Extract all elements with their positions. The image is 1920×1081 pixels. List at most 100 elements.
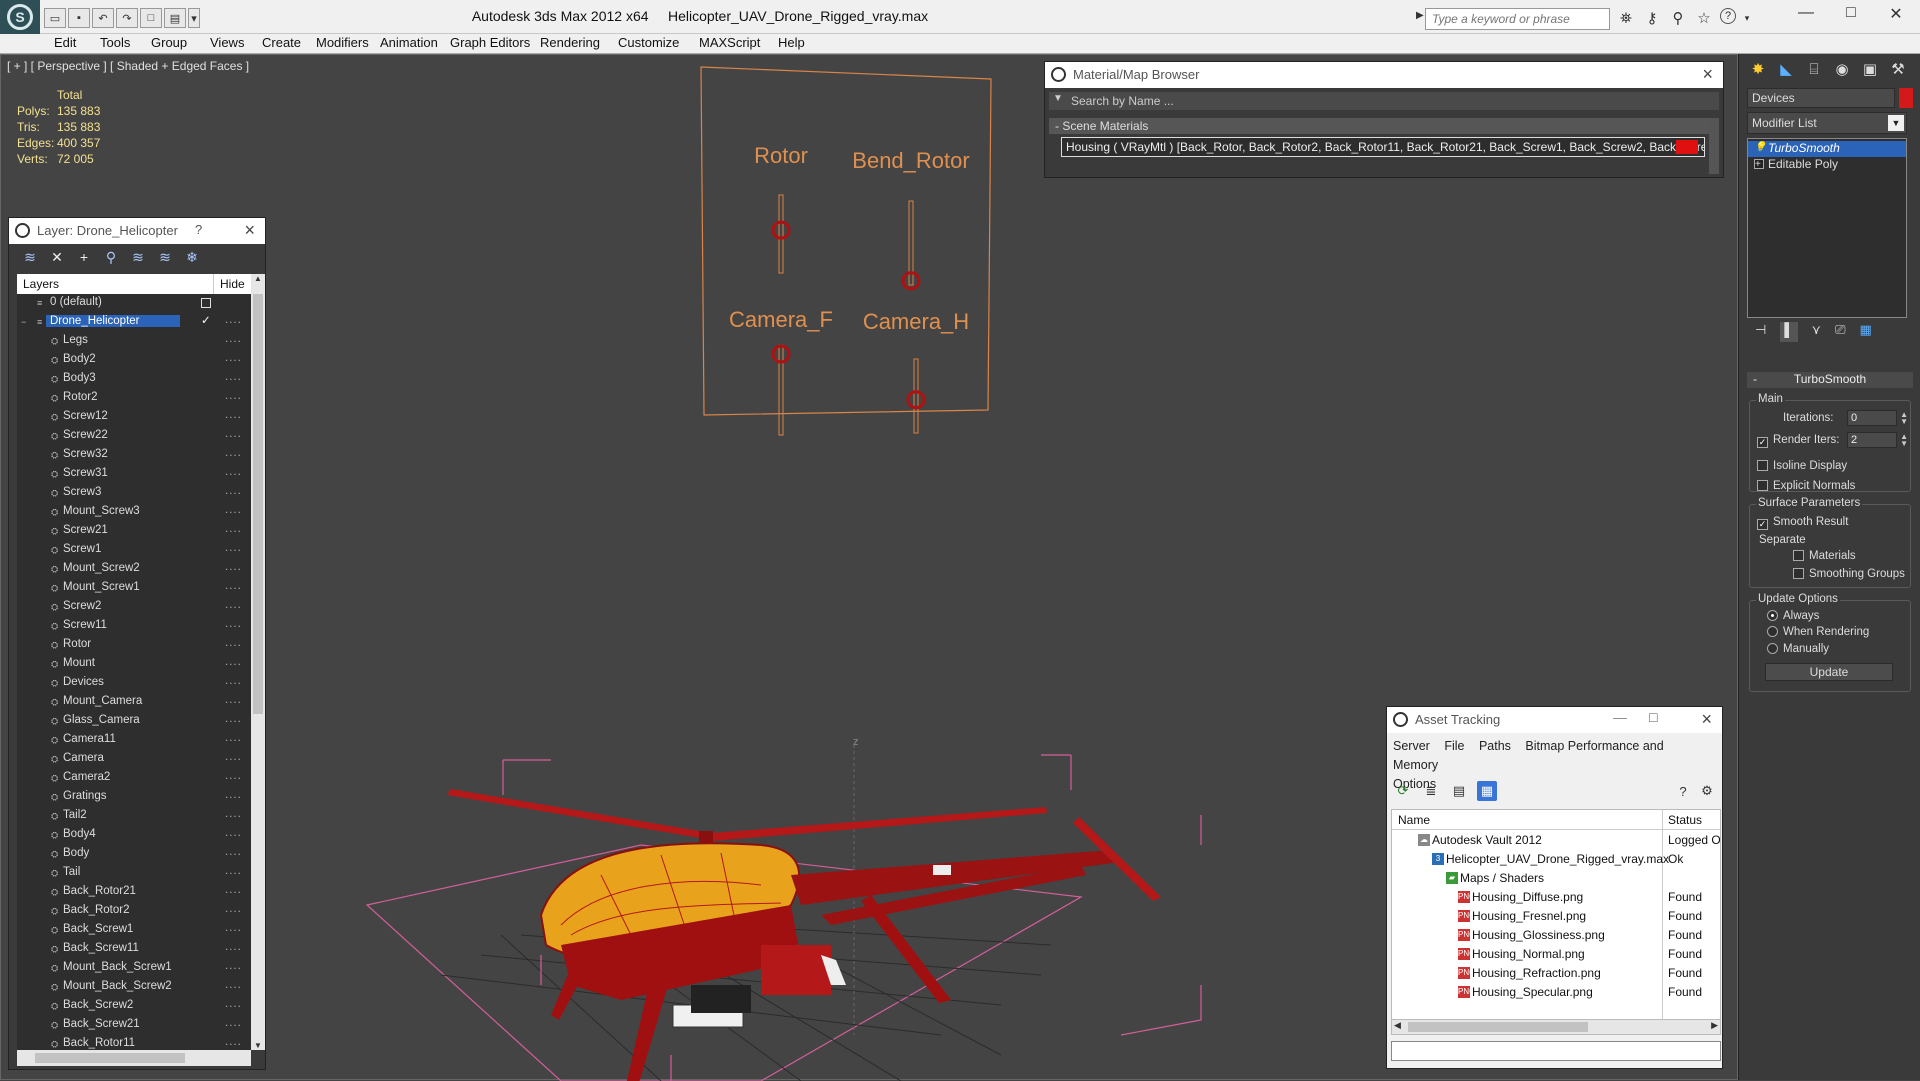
asset-row[interactable]: PNG Housing_Normal.png Found <box>1392 944 1720 963</box>
object-color-swatch[interactable] <box>1899 88 1913 108</box>
layer-object-row[interactable]: ⛭ Mount_Screw3.... <box>17 503 251 522</box>
menu-create[interactable]: Create <box>262 34 301 54</box>
freeze-all-layers-icon[interactable]: ❄ <box>183 248 201 266</box>
asset-horizontal-scrollbar[interactable]: ◀ ▶ <box>1391 1019 1721 1035</box>
asset-row[interactable]: PNG Housing_Glossiness.png Found <box>1392 925 1720 944</box>
turbosmooth-rollout-header[interactable]: - TurboSmooth <box>1747 372 1913 388</box>
hide-toggle[interactable]: .... <box>225 485 242 497</box>
minimize-button[interactable]: — <box>1786 4 1826 22</box>
close-icon[interactable]: × <box>244 220 255 241</box>
motion-tab-icon[interactable]: ◉ <box>1831 58 1853 80</box>
render-iters-spinner[interactable]: 2 ▲ ▼ <box>1847 432 1908 448</box>
layer-object-row[interactable]: ⛭ Back_Screw21.... <box>17 1016 251 1035</box>
menu-group[interactable]: Group <box>151 34 187 54</box>
hide-toggle[interactable]: .... <box>225 542 242 554</box>
minimize-button[interactable]: — <box>1613 709 1627 725</box>
add-layer-icon[interactable]: + <box>75 248 93 266</box>
asset-row[interactable]: 3 Helicopter_UAV_Drone_Rigged_vray.max Ok <box>1392 849 1720 868</box>
modifier-list-dropdown[interactable]: Modifier List ▼ <box>1747 112 1907 134</box>
update-when-rendering-radio[interactable]: When Rendering <box>1767 626 1869 638</box>
modify-tab-icon[interactable]: ◣ <box>1775 58 1797 80</box>
hide-toggle[interactable]: .... <box>225 390 242 402</box>
layer-object-row[interactable]: ⛭ Body3.... <box>17 370 251 389</box>
layer-object-row[interactable]: ⛭ Screw22.... <box>17 427 251 446</box>
thumbnail-view-icon[interactable]: ▤ <box>1449 781 1469 801</box>
hide-toggle[interactable]: .... <box>225 580 242 592</box>
layer-object-row[interactable]: ⛭ Camera11.... <box>17 731 251 750</box>
layer-object-row[interactable]: ⛭ Tail2.... <box>17 807 251 826</box>
layer-object-row[interactable]: ⛭ Screw2.... <box>17 598 251 617</box>
material-scrollbar[interactable] <box>1709 118 1719 174</box>
hide-toggle[interactable]: .... <box>225 466 242 478</box>
hide-toggle[interactable]: .... <box>225 998 242 1010</box>
menu-graph-editors[interactable]: Graph Editors <box>450 34 530 54</box>
slider-handle[interactable] <box>771 220 791 240</box>
hide-toggle[interactable]: .... <box>225 447 242 459</box>
hide-toggle[interactable]: .... <box>225 770 242 782</box>
maximize-button[interactable]: □ <box>1831 4 1871 22</box>
asset-row[interactable]: ☁ Autodesk Vault 2012 Logged O <box>1392 830 1720 849</box>
display-tab-icon[interactable]: ▣ <box>1859 58 1881 80</box>
separate-smoothing-groups-checkbox[interactable]: Smoothing Groups <box>1793 568 1905 580</box>
configure-sets-icon[interactable]: ▦ <box>1859 322 1871 342</box>
chevron-down-icon[interactable]: ▼ <box>1888 115 1904 131</box>
menu-rendering[interactable]: Rendering <box>540 34 600 54</box>
layer-row-default[interactable]: ≡ 0 (default) <box>17 294 251 313</box>
layer-object-row[interactable]: ⛭ Gratings.... <box>17 788 251 807</box>
separate-materials-checkbox[interactable]: Materials <box>1793 550 1856 562</box>
col-hide[interactable]: Hide <box>220 277 245 291</box>
layer-object-row[interactable]: ⛭ Screw3.... <box>17 484 251 503</box>
hide-toggle[interactable]: .... <box>225 618 242 630</box>
explicit-normals-checkbox[interactable]: Explicit Normals <box>1757 480 1855 492</box>
hide-toggle[interactable]: .... <box>225 561 242 573</box>
key-icon[interactable]: ⚷ <box>1642 8 1662 28</box>
scroll-thumb[interactable] <box>253 294 263 714</box>
layer-object-row[interactable]: ⛭ Back_Rotor11.... <box>17 1035 251 1050</box>
layer-horizontal-scrollbar[interactable] <box>17 1050 251 1066</box>
hide-toggle[interactable]: .... <box>225 1036 242 1048</box>
asset-row[interactable]: PNG Housing_Fresnel.png Found <box>1392 906 1720 925</box>
col-name[interactable]: Name <box>1398 813 1430 827</box>
slider-handle[interactable] <box>906 390 926 410</box>
hierarchy-tab-icon[interactable]: ⌸ <box>1803 58 1825 80</box>
close-button[interactable]: ✕ <box>1876 4 1916 24</box>
hide-toggle[interactable]: .... <box>225 865 242 877</box>
layer-object-row[interactable]: ⛭ Camera2.... <box>17 769 251 788</box>
search-input[interactable] <box>1425 8 1610 30</box>
search-expand-icon[interactable]: ▶ <box>1416 10 1424 21</box>
asset-row[interactable]: PNG Housing_Diffuse.png Found <box>1392 887 1720 906</box>
hide-toggle[interactable]: .... <box>225 808 242 820</box>
delete-layer-icon[interactable]: ✕ <box>48 248 66 266</box>
remove-modifier-icon[interactable]: ⎚ <box>1835 322 1845 342</box>
col-status[interactable]: Status <box>1668 813 1702 827</box>
menu-edit[interactable]: Edit <box>54 34 76 54</box>
layer-object-row[interactable]: ⛭ Body4.... <box>17 826 251 845</box>
hide-toggle[interactable]: .... <box>225 713 242 725</box>
star-icon[interactable]: ☆ <box>1694 8 1714 28</box>
object-name-field[interactable]: Devices <box>1747 88 1895 108</box>
hide-toggle[interactable]: .... <box>225 789 242 801</box>
hide-toggle[interactable]: .... <box>225 352 242 364</box>
context-help-icon[interactable]: ⚙ <box>1697 781 1717 801</box>
hide-toggle[interactable]: .... <box>225 523 242 535</box>
hide-toggle[interactable]: .... <box>225 694 242 706</box>
layer-object-row[interactable]: ⛭ Screw31.... <box>17 465 251 484</box>
layer-object-row[interactable]: ⛭ Glass_Camera.... <box>17 712 251 731</box>
layer-object-row[interactable]: ⛭ Back_Rotor2.... <box>17 902 251 921</box>
smooth-result-checkbox[interactable]: ✓ Smooth Result <box>1757 516 1848 530</box>
iterations-spinner[interactable]: 0 ▲ ▼ <box>1847 410 1908 426</box>
layer-object-row[interactable]: ⛭ Back_Screw11.... <box>17 940 251 959</box>
isoline-display-checkbox[interactable]: Isoline Display <box>1757 460 1847 472</box>
layer-row-drone-helicopter[interactable]: − ≡ Drone_Helicopter ✓ .... <box>17 313 251 332</box>
menu-file[interactable]: File <box>1444 739 1464 753</box>
options-menu-icon[interactable]: ▼ <box>1053 93 1063 104</box>
scroll-left-icon[interactable]: ◀ <box>1394 1020 1401 1031</box>
collapse-icon[interactable]: − <box>21 317 31 327</box>
hide-toggle[interactable]: .... <box>225 903 242 915</box>
layer-object-row[interactable]: ⛭ Mount_Screw2.... <box>17 560 251 579</box>
hide-toggle[interactable]: .... <box>225 732 242 744</box>
stack-item-turbosmooth[interactable]: 💡 TurboSmooth <box>1748 141 1906 157</box>
hide-toggle[interactable]: .... <box>225 656 242 668</box>
scroll-down-icon[interactable]: ▼ <box>251 1041 265 1050</box>
slider-handle[interactable] <box>901 271 921 291</box>
